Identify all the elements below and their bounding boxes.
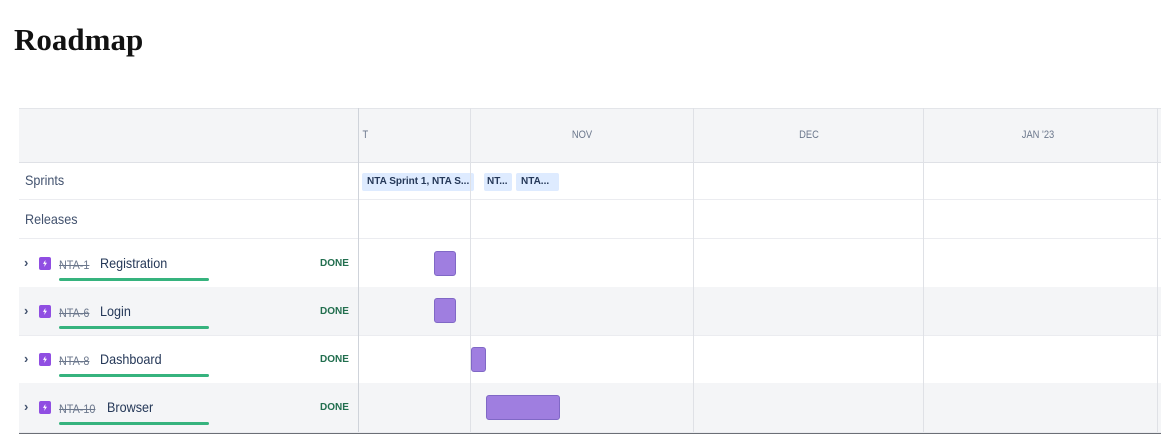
epic-row[interactable]: › NTA-1 Registration DONE: [19, 239, 1161, 288]
progress-bar: [59, 374, 209, 377]
epic-timeline-bar[interactable]: [471, 347, 486, 372]
issue-key[interactable]: NTA-10: [59, 402, 95, 416]
sprints-row: Sprints NTA Sprint 1, NTA S... NT... NTA…: [19, 161, 1161, 200]
month-divider: [1157, 108, 1158, 432]
chevron-right-icon[interactable]: ›: [24, 351, 28, 366]
month-divider: [923, 108, 924, 432]
month-label-nov: NOV: [571, 129, 593, 141]
epic-timeline-bar[interactable]: [434, 298, 456, 323]
epic-icon: [39, 401, 51, 414]
issue-summary[interactable]: Registration: [100, 255, 167, 271]
chevron-right-icon[interactable]: ›: [24, 399, 28, 414]
status-badge: DONE: [320, 354, 349, 365]
roadmap-timeline: T NOV DEC JAN '23 Sprints NTA Sprint 1, …: [19, 108, 1161, 434]
page-title: Roadmap: [14, 22, 144, 57]
month-divider: [693, 108, 694, 432]
status-badge: DONE: [320, 402, 349, 413]
month-divider: [470, 108, 471, 432]
issue-key[interactable]: NTA-8: [59, 354, 89, 368]
issue-key[interactable]: NTA-1: [59, 258, 89, 272]
issue-summary[interactable]: Dashboard: [100, 351, 162, 367]
epic-row[interactable]: › NTA-10 Browser DONE: [19, 383, 1161, 433]
epic-icon: [39, 305, 51, 318]
status-badge: DONE: [320, 258, 349, 269]
pane-divider[interactable]: [358, 108, 359, 432]
sprint-chip-2[interactable]: NT...: [484, 173, 512, 191]
releases-row: Releases: [19, 199, 1161, 239]
issue-summary[interactable]: Login: [100, 303, 131, 319]
month-label-jan: JAN '23: [1021, 129, 1055, 141]
sprint-chip-3[interactable]: NTA...: [516, 173, 559, 191]
epic-row[interactable]: › NTA-8 Dashboard DONE: [19, 335, 1161, 384]
issue-key[interactable]: NTA-6: [59, 306, 89, 320]
timeline-header: T NOV DEC JAN '23: [19, 108, 1161, 163]
month-label-dec: DEC: [799, 129, 819, 141]
releases-label: Releases: [25, 211, 78, 227]
epic-icon: [39, 353, 51, 366]
status-badge: DONE: [320, 306, 349, 317]
progress-bar: [59, 278, 209, 281]
epic-row[interactable]: › NTA-6 Login DONE: [19, 287, 1161, 336]
epic-timeline-bar[interactable]: [434, 251, 456, 276]
chevron-right-icon[interactable]: ›: [24, 303, 28, 318]
progress-bar: [59, 326, 209, 329]
issue-summary[interactable]: Browser: [107, 399, 153, 415]
month-label-oct: T: [362, 129, 369, 141]
chevron-right-icon[interactable]: ›: [24, 255, 28, 270]
epic-icon: [39, 257, 51, 270]
sprint-chip-1[interactable]: NTA Sprint 1, NTA S...: [362, 173, 474, 191]
progress-bar: [59, 422, 209, 425]
sprints-label: Sprints: [25, 172, 65, 188]
epic-timeline-bar[interactable]: [486, 395, 560, 420]
